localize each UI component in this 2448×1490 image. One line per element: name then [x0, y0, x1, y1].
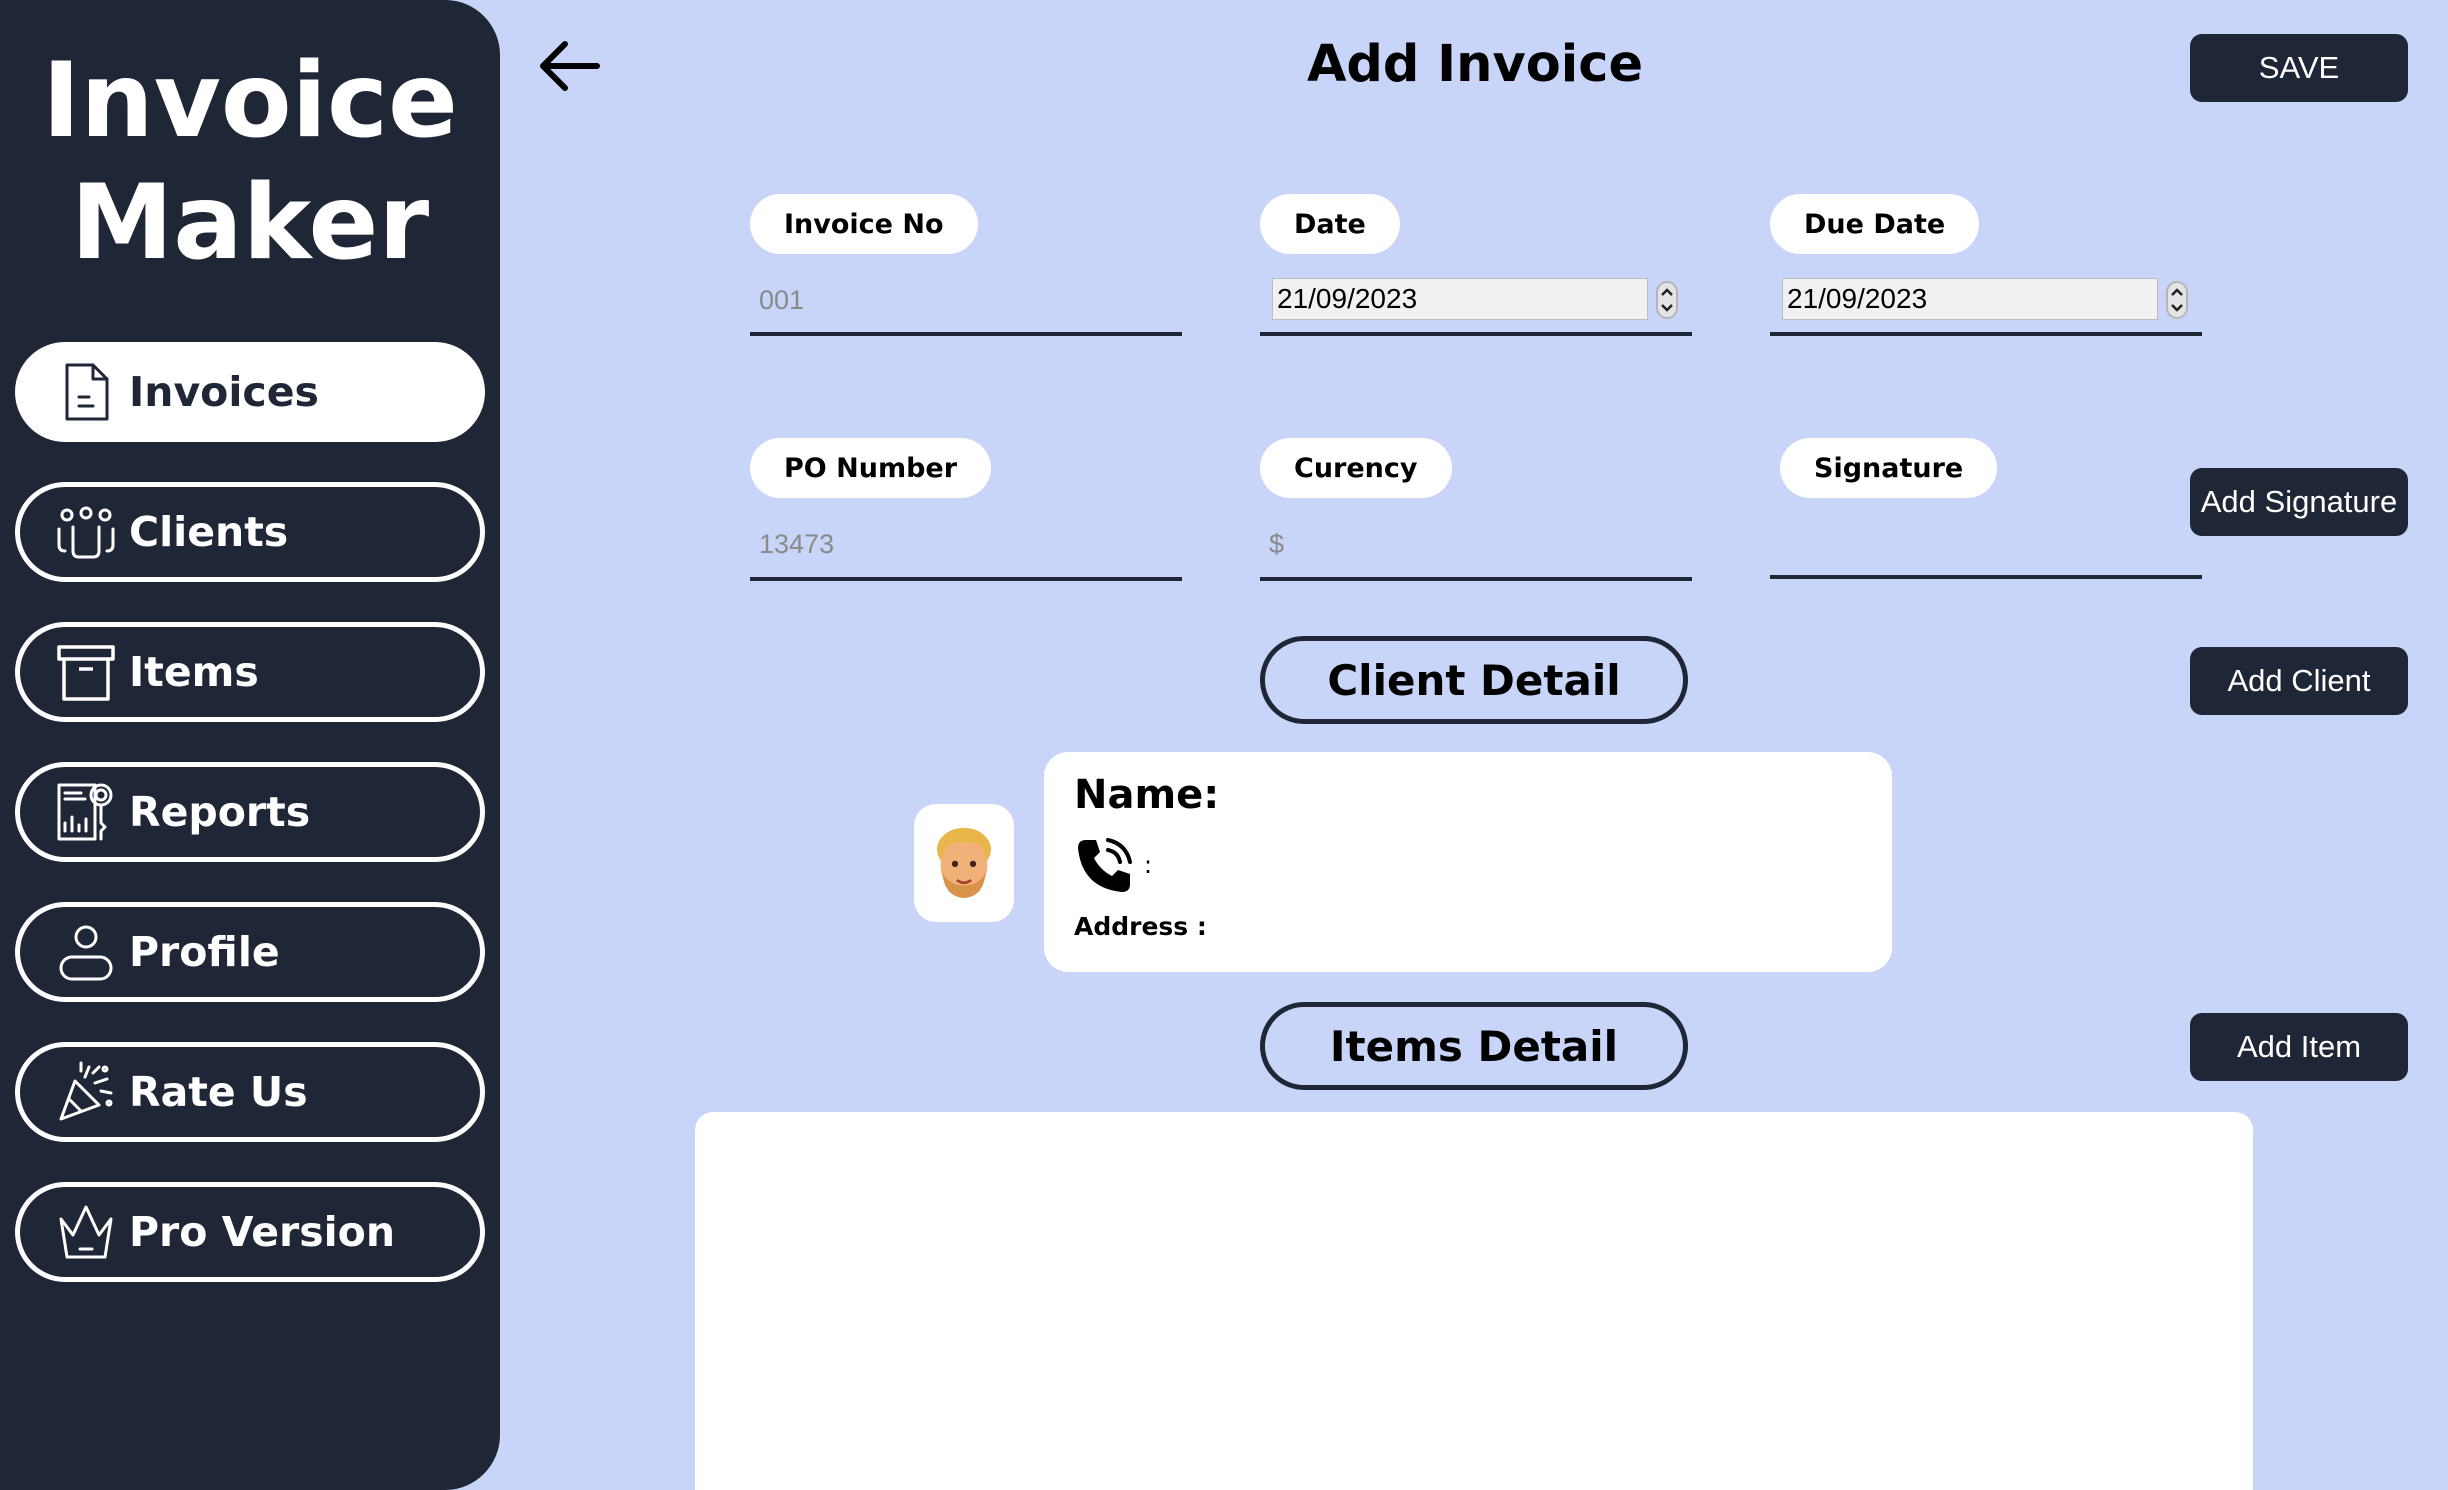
- sidebar-item-label: Reports: [129, 788, 311, 836]
- currency-underline: [1260, 577, 1692, 581]
- sidebar-item-label: Clients: [129, 508, 289, 556]
- client-card[interactable]: Name: : Address :: [1044, 752, 1892, 972]
- invoice-no-underline: [750, 332, 1182, 336]
- sidebar-item-reports[interactable]: Reports: [15, 762, 485, 862]
- crown-icon: [55, 1199, 117, 1265]
- client-detail-header: Client Detail: [1260, 636, 1688, 724]
- client-address-label: Address :: [1074, 912, 1207, 941]
- due-date-spinner[interactable]: [2165, 280, 2189, 320]
- items-detail-header: Items Detail: [1260, 1002, 1688, 1090]
- sidebar-item-label: Invoices: [129, 368, 319, 416]
- items-list: [695, 1112, 2253, 1490]
- avatar: [914, 804, 1014, 922]
- brand-line-2: Maker: [70, 163, 430, 283]
- back-arrow-icon[interactable]: [535, 36, 603, 96]
- sidebar: Invoice Maker Invoices Clients Items Rep…: [0, 0, 500, 1490]
- users-icon: [55, 499, 117, 565]
- sidebar-item-invoices[interactable]: Invoices: [15, 342, 485, 442]
- sidebar-item-clients[interactable]: Clients: [15, 482, 485, 582]
- user-icon: [55, 919, 117, 985]
- sidebar-item-profile[interactable]: Profile: [15, 902, 485, 1002]
- archive-box-icon: [55, 639, 117, 705]
- date-field[interactable]: 21/09/2023: [1272, 278, 1648, 320]
- client-name-label: Name:: [1074, 772, 1220, 818]
- brand-line-1: Invoice: [42, 41, 458, 161]
- po-number-field[interactable]: 13473: [759, 529, 834, 560]
- party-popper-icon: [55, 1059, 117, 1125]
- invoice-no-field[interactable]: 001: [759, 285, 804, 316]
- date-underline: [1260, 332, 1692, 336]
- due-date-label: Due Date: [1770, 194, 1980, 254]
- client-phone-row: :: [1074, 834, 1152, 896]
- po-number-underline: [750, 577, 1182, 581]
- sidebar-item-label: Pro Version: [129, 1208, 396, 1256]
- sidebar-item-pro-version[interactable]: Pro Version: [15, 1182, 485, 1282]
- save-button[interactable]: SAVE: [2190, 34, 2408, 102]
- report-icon: [55, 779, 117, 845]
- sidebar-item-label: Profile: [129, 928, 280, 976]
- signature-label: Signature: [1780, 438, 1998, 498]
- sidebar-item-label: Rate Us: [129, 1068, 308, 1116]
- sidebar-item-items[interactable]: Items: [15, 622, 485, 722]
- sidebar-item-label: Items: [129, 648, 259, 696]
- po-number-label: PO Number: [750, 438, 992, 498]
- invoice-no-label: Invoice No: [750, 194, 978, 254]
- phone-icon: [1078, 838, 1132, 892]
- add-signature-button[interactable]: Add Signature: [2190, 468, 2408, 536]
- sidebar-item-rate-us[interactable]: Rate Us: [15, 1042, 485, 1142]
- signature-underline: [1770, 575, 2202, 579]
- page-title: Add Invoice: [1306, 35, 1644, 94]
- currency-field[interactable]: $: [1269, 529, 1284, 560]
- currency-label: Curency: [1260, 438, 1452, 498]
- avatar-face-icon: [937, 827, 991, 899]
- date-spinner[interactable]: [1655, 280, 1679, 320]
- date-label: Date: [1260, 194, 1400, 254]
- due-date-underline: [1770, 332, 2202, 336]
- client-phone-value: :: [1144, 851, 1153, 879]
- app-logo: Invoice Maker: [0, 40, 500, 284]
- add-item-button[interactable]: Add Item: [2190, 1013, 2408, 1081]
- document-icon: [55, 359, 117, 425]
- due-date-field[interactable]: 21/09/2023: [1782, 278, 2158, 320]
- add-client-button[interactable]: Add Client: [2190, 647, 2408, 715]
